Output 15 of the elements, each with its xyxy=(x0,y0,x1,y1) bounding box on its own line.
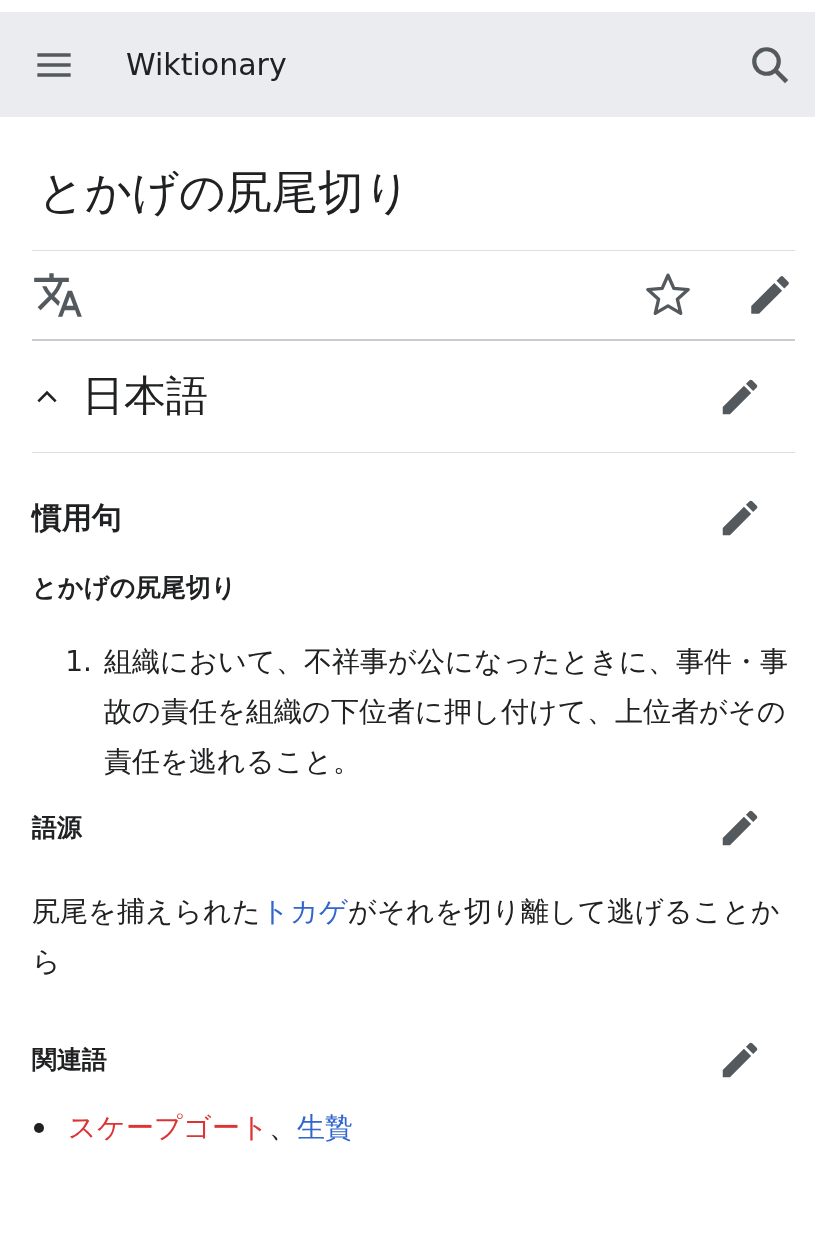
section-heading: 日本語 xyxy=(82,371,208,422)
site-title[interactable]: Wiktionary xyxy=(126,42,287,87)
etymology-text: 尻尾を捕えられた トカゲがそれを切り離して逃げることから xyxy=(32,893,781,980)
list-number: 1. xyxy=(64,643,93,680)
link[interactable]: トカゲ xyxy=(261,894,348,928)
link[interactable]: 生贄 xyxy=(297,1102,353,1153)
section-heading: 語源 xyxy=(32,812,82,843)
section-heading: 慣用句 xyxy=(32,500,122,537)
definition-text: 組織において、不祥事が公になったときに、事件・事故の責任を組織の下位者に押し付けて、上位者がその責任を逃れること。 xyxy=(104,643,789,780)
page-title: とかげの尻尾切り xyxy=(32,117,795,252)
bullet-icon xyxy=(34,1122,44,1133)
separator-text: 、 xyxy=(269,1109,297,1146)
link[interactable]: スケープゴート xyxy=(68,1102,269,1153)
headword: とかげの尻尾切り xyxy=(32,572,238,605)
section-heading: 関連語 xyxy=(32,1044,107,1075)
